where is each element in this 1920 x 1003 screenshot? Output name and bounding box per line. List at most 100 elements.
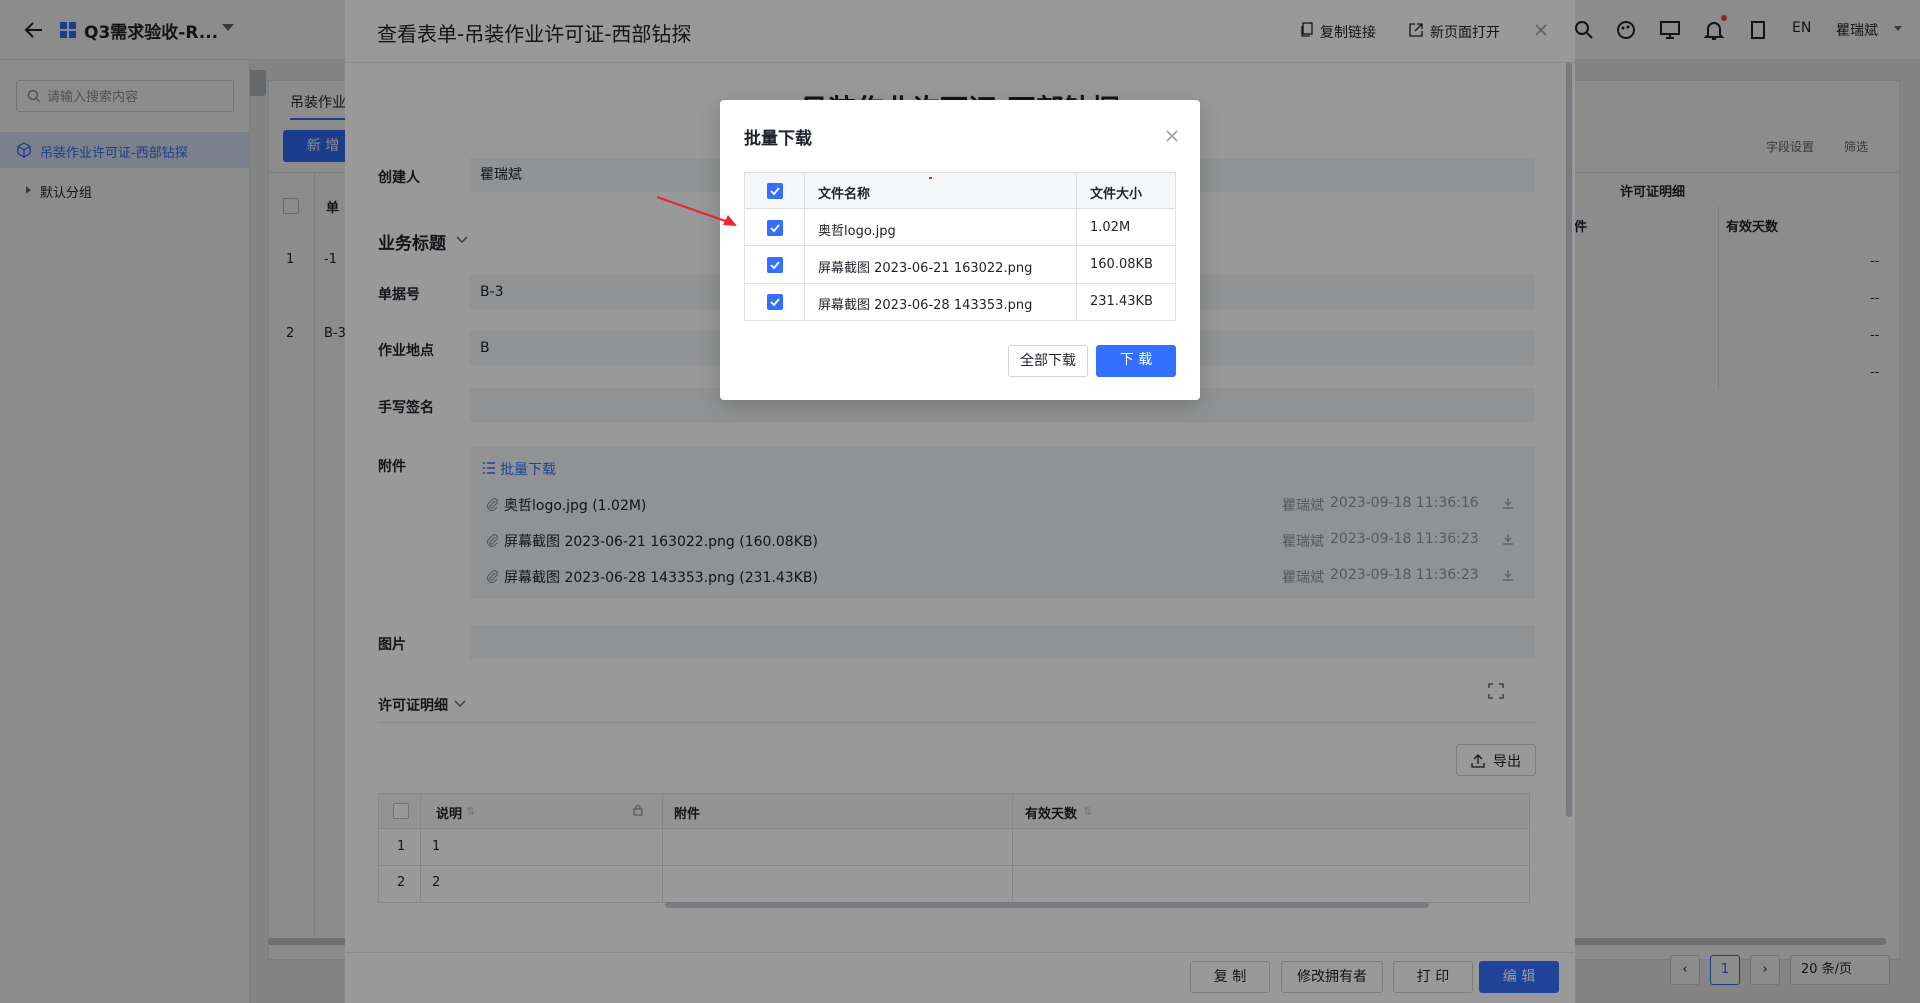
sidebar-search[interactable] (16, 80, 234, 112)
back-arrow-icon[interactable] (22, 18, 46, 42)
paperclip-icon (486, 533, 498, 547)
copy-button[interactable]: 复 制 (1190, 961, 1270, 993)
column-header[interactable]: 说明 (436, 803, 462, 822)
collapse-sidebar-handle[interactable] (250, 70, 266, 96)
column-header: 单 (326, 201, 340, 216)
page-size-label: 20 条/页 (1801, 962, 1853, 977)
creator-label: 创建人 (378, 170, 420, 186)
download-all-button[interactable]: 全部下载 (1008, 345, 1088, 377)
file-name: 屏幕截图 2023-06-28 143353.png (818, 298, 1033, 313)
tab-underline (290, 118, 346, 120)
column-header: 有效天数 (1726, 220, 1779, 235)
row-cell-desc: 1 (432, 839, 441, 854)
prev-page-button[interactable]: ‹ (1670, 955, 1700, 985)
cube-icon (16, 142, 32, 158)
print-button[interactable]: 打 印 (1393, 961, 1473, 993)
file-name: 奥哲logo.jpg (818, 224, 896, 239)
attachment-name[interactable]: 屏幕截图 2023-06-28 143353.png (231.43KB) (504, 567, 818, 587)
drawer-scrollbar[interactable] (1566, 62, 1572, 817)
doc-no-label: 单据号 (378, 287, 420, 303)
download-icon[interactable] (1502, 533, 1514, 545)
tab-main[interactable]: 吊装作业 (290, 92, 346, 112)
export-button[interactable]: 导出 (1456, 744, 1536, 776)
close-icon[interactable] (1532, 21, 1550, 39)
file-checkbox[interactable] (767, 294, 783, 310)
column-divider (804, 172, 805, 321)
subtable-title[interactable]: 许可证明细 (378, 695, 448, 715)
close-icon[interactable] (1164, 128, 1180, 144)
signature-label: 手写签名 (378, 400, 434, 416)
cell-dash: -- (1870, 254, 1880, 269)
row-number: 2 (286, 326, 295, 341)
row-divider (378, 865, 1530, 866)
cell-dash: -- (1870, 365, 1880, 380)
bookmark-icon[interactable] (1746, 18, 1770, 42)
language-switch[interactable]: EN (1792, 20, 1811, 36)
open-new-page-button[interactable]: 新页面打开 (1430, 22, 1500, 42)
paperclip-icon (486, 569, 498, 583)
app-grid-icon (60, 22, 76, 38)
file-checkbox[interactable] (767, 257, 783, 273)
row-divider (744, 283, 1176, 284)
chevron-down-icon[interactable] (454, 700, 466, 708)
column-header[interactable]: 有效天数 (1025, 803, 1077, 822)
export-label: 导出 (1493, 754, 1521, 770)
user-caret-icon[interactable] (1894, 26, 1902, 31)
divider (378, 722, 1535, 723)
row-number: 2 (397, 875, 406, 890)
download-icon[interactable] (1502, 497, 1514, 509)
page-button-current[interactable]: 1 (1710, 955, 1740, 985)
expand-triangle-icon[interactable] (26, 186, 31, 194)
attachment-uploader: 瞿瑞斌 (1282, 570, 1324, 586)
select-all-checkbox[interactable] (283, 198, 299, 214)
chevron-down-icon[interactable] (456, 236, 468, 244)
app-switch-caret-icon[interactable] (222, 24, 234, 31)
filter-link[interactable]: 筛选 (1844, 138, 1868, 155)
attachment-name[interactable]: 屏幕截图 2023-06-21 163022.png (160.08KB) (504, 531, 818, 551)
theme-palette-icon[interactable] (1614, 18, 1638, 42)
row-divider (744, 245, 1176, 246)
select-all-checkbox[interactable] (393, 803, 409, 819)
file-name-header: 文件名称 (818, 187, 871, 202)
file-checkbox[interactable] (767, 220, 783, 236)
search-icon[interactable] (1572, 18, 1596, 42)
attachment-time: 2023-09-18 11:36:16 (1330, 495, 1479, 511)
batch-download-link[interactable]: 批量下载 (500, 459, 556, 479)
fullscreen-icon[interactable] (1488, 683, 1504, 699)
download-button[interactable]: 下 载 (1096, 345, 1176, 377)
search-icon (27, 89, 41, 103)
sort-icon[interactable]: ⇅ (1083, 805, 1092, 818)
attachment-name[interactable]: 奥哲logo.jpg (1.02M) (504, 495, 646, 515)
annotation-dot (929, 177, 932, 179)
download-icon[interactable] (1502, 569, 1514, 581)
drawer-title: 查看表单-吊装作业许可证-西部钻探 (377, 22, 692, 46)
section-title[interactable]: 业务标题 (378, 229, 446, 254)
edit-button[interactable]: 编 辑 (1479, 961, 1559, 993)
sidebar-group-label[interactable]: 默认分组 (40, 182, 92, 201)
user-name[interactable]: 瞿瑞斌 (1836, 20, 1878, 40)
drawer-footer (345, 952, 1575, 1003)
attachment-label: 附件 (378, 459, 406, 475)
page-size-select[interactable]: 20 条/页 (1790, 955, 1890, 985)
monitor-icon[interactable] (1658, 18, 1682, 42)
app-title[interactable]: Q3需求验收-R... (84, 18, 218, 43)
row-cell-desc: 2 (432, 875, 441, 890)
subtable-scrollbar[interactable] (665, 902, 1429, 908)
annotation-arrow-icon (655, 195, 740, 230)
next-page-button[interactable]: › (1750, 955, 1780, 985)
bell-icon[interactable] (1702, 18, 1726, 42)
file-size: 1.02M (1090, 220, 1131, 235)
creator-name: 瞿瑞斌 (480, 167, 522, 183)
row-number: 1 (286, 252, 295, 267)
row-cell: B-3 (324, 326, 346, 341)
select-all-checkbox[interactable] (767, 183, 783, 199)
column-divider (1718, 206, 1719, 390)
change-owner-button[interactable]: 修改拥有者 (1281, 961, 1383, 993)
sort-icon[interactable]: ⇅ (466, 805, 475, 818)
list-icon (482, 461, 496, 475)
sidebar-search-input[interactable] (47, 87, 227, 105)
sidebar-item-label[interactable]: 吊装作业许可证-西部钻探 (40, 142, 188, 161)
cell-dash: -- (1870, 328, 1880, 343)
copy-link-button[interactable]: 复制链接 (1320, 22, 1376, 42)
field-settings-link[interactable]: 字段设置 (1766, 138, 1814, 155)
